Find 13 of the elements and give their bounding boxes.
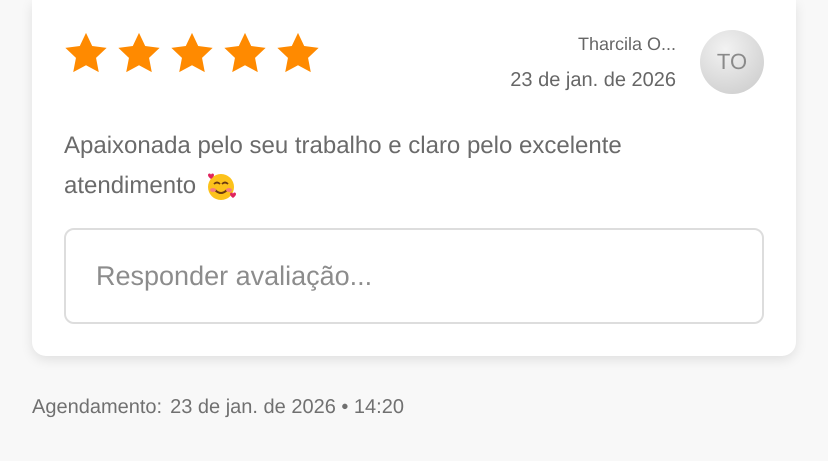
- reply-field[interactable]: Responder avaliação...: [64, 228, 764, 324]
- avatar: TO: [700, 30, 764, 94]
- review-date: 23 de jan. de 2026: [510, 69, 676, 92]
- appointment-label: Agendamento:: [32, 396, 162, 419]
- star-icon: [64, 32, 108, 74]
- author-name: Tharcila O...: [578, 34, 676, 55]
- appointment-value: 23 de jan. de 2026 • 14:20: [170, 396, 404, 419]
- star-icon: [170, 32, 214, 74]
- star-icon: [276, 32, 320, 74]
- review-text-line: atendimento: [64, 171, 196, 201]
- star-icon: [117, 32, 161, 74]
- review-text-line: Apaixonada pelo seu trabalho e claro pelo excelente: [64, 131, 622, 161]
- star-icon: [223, 32, 267, 74]
